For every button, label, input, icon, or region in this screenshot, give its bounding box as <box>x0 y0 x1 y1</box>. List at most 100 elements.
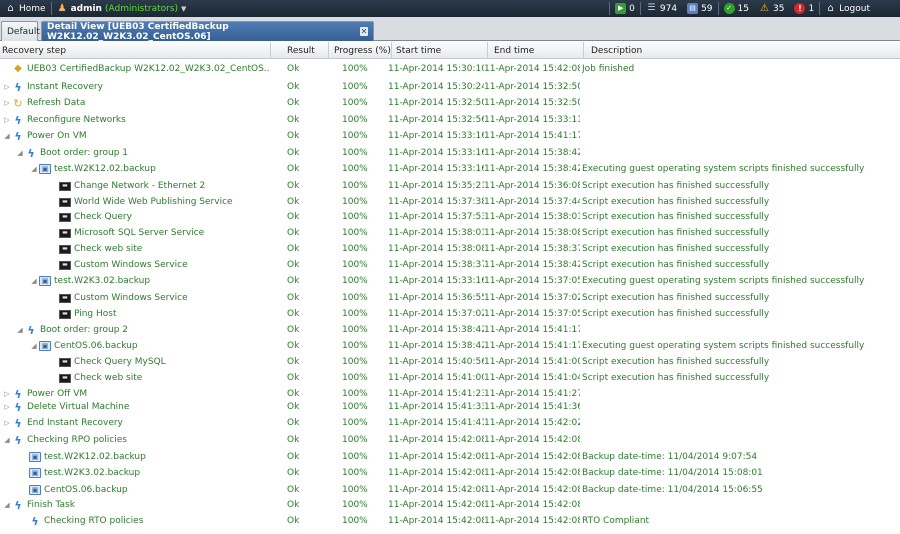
table-row[interactable]: ◢ ϟ Finish Task Ok 100% 11-Apr-2014 15:42:08 1… <box>0 497 900 513</box>
step-label: UEB03 CertifiedBackup W2K12.02_W2K3.02_C… <box>27 64 270 74</box>
bolt-icon: ϟ <box>14 80 22 94</box>
table-row[interactable]: ◢ ϟ Boot order: group 1 Ok 100% 11-Apr-2014 1… <box>0 145 900 161</box>
cell-end-time: 11-Apr-2014 15:37:05 <box>484 276 580 286</box>
table-row[interactable]: ◢ ▣ test.W2K12.02.backup Ok 100% 11-Apr-2014 … <box>0 161 900 177</box>
cell-start-time: 11-Apr-2014 15:33:16 <box>388 148 484 158</box>
cell-description: Script execution has finished successful… <box>582 228 770 238</box>
table-row[interactable]: ▬ Microsoft SQL Server Service Ok 100% 11-Ap… <box>0 225 900 241</box>
cell-result: Ok <box>287 82 300 92</box>
root-job-icon: ◆ <box>14 63 22 74</box>
table-row[interactable]: ◢ ▣ test.W2K3.02.backup Ok 100% 11-Apr-2014 1… <box>0 273 900 289</box>
cell-recovery-step: ϟ Checking RTO policies <box>0 513 270 529</box>
bolt-icon: ϟ <box>14 129 22 143</box>
chevron-down-icon: ▼ <box>181 4 187 13</box>
cell-start-time: 11-Apr-2014 15:37:02 <box>388 309 484 319</box>
table-row[interactable]: ▣ test.W2K12.02.backup Ok 100% 11-Apr-2014 1… <box>0 449 900 465</box>
collapse-arrow-icon[interactable]: ◢ <box>3 432 11 448</box>
expand-arrow-icon[interactable]: ▷ <box>3 95 11 111</box>
cell-recovery-step: ▬ Change Network - Ethernet 2 <box>0 178 270 194</box>
table-row[interactable]: ▷ ϟ Reconfigure Networks Ok 100% 11-Apr-2014 … <box>0 112 900 128</box>
cell-end-time: 11-Apr-2014 15:42:08 <box>484 64 580 74</box>
cell-start-time: 11-Apr-2014 15:42:08 <box>388 500 484 510</box>
jobs-indicator[interactable]: ☰ 974 <box>641 0 682 17</box>
tab-detail-view[interactable]: Detail View [UEB03 CertifiedBackup W2K12… <box>41 21 374 42</box>
cell-end-time: 11-Apr-2014 15:41:17 <box>484 325 580 335</box>
cell-description: Script execution has finished successful… <box>582 293 770 303</box>
column-header-recovery-step[interactable]: Recovery step <box>0 42 270 59</box>
home-link[interactable]: ⌂ Home <box>0 0 51 17</box>
step-label: test.W2K12.02.backup <box>44 452 146 462</box>
column-header-progress[interactable]: Progress (%) <box>328 42 391 59</box>
column-header-description[interactable]: Description <box>583 42 900 59</box>
table-row[interactable]: ▬ Change Network - Ethernet 2 Ok 100% 11-Apr… <box>0 178 900 194</box>
table-row[interactable]: ▷ ϟ End Instant Recovery Ok 100% 11-Apr-2014 … <box>0 415 900 431</box>
table-row[interactable]: ▬ Custom Windows Service Ok 100% 11-Apr-2014… <box>0 290 900 306</box>
cell-end-time: 11-Apr-2014 15:42:08 <box>484 435 580 445</box>
collapse-arrow-icon[interactable]: ◢ <box>16 145 24 161</box>
cell-result: Ok <box>287 452 300 462</box>
table-row[interactable]: ▣ test.W2K3.02.backup Ok 100% 11-Apr-2014 15… <box>0 465 900 481</box>
table-row[interactable]: ▬ World Wide Web Publishing Service Ok 100%… <box>0 194 900 210</box>
column-header-start-time[interactable]: Start time <box>391 42 487 59</box>
close-icon[interactable]: ✕ <box>359 27 368 36</box>
cell-progress: 100% <box>342 325 368 335</box>
cell-recovery-step: ▷ ϟ Delete Virtual Machine <box>0 399 270 415</box>
table-row[interactable]: ◢ ▣ CentOS.06.backup Ok 100% 11-Apr-2014 15:3… <box>0 338 900 354</box>
table-row[interactable]: ▬ Check web site Ok 100% 11-Apr-2014 15:41:0… <box>0 370 900 386</box>
cell-end-time: 11-Apr-2014 15:42:08 <box>484 452 580 462</box>
logout-button[interactable]: ⌂ Logout <box>820 0 900 17</box>
collapse-arrow-icon[interactable]: ◢ <box>30 338 38 354</box>
grid-header: Recovery step Result Progress (%) Start … <box>0 42 900 59</box>
cell-description <box>582 95 900 111</box>
tab-default[interactable]: Default <box>1 21 40 41</box>
expand-arrow-icon[interactable]: ▷ <box>3 399 11 415</box>
table-row[interactable]: ◆ UEB03 CertifiedBackup W2K12.02_W2K3.02_… <box>0 61 900 77</box>
backups-indicator[interactable]: ▤ 59 <box>682 0 717 17</box>
running-jobs-indicator[interactable]: ▶ 0 <box>610 0 640 17</box>
table-row[interactable]: ▬ Check Query Ok 100% 11-Apr-2014 15:37:53 11… <box>0 209 900 225</box>
table-row[interactable]: ▬ Check Query MySQL Ok 100% 11-Apr-2014 15:4… <box>0 354 900 370</box>
collapse-arrow-icon[interactable]: ◢ <box>30 273 38 289</box>
table-row[interactable]: ▬ Ping Host Ok 100% 11-Apr-2014 15:37:02 11-A… <box>0 306 900 322</box>
ok-status-indicator[interactable]: ✓ 15 <box>719 0 754 17</box>
bolt-icon: ϟ <box>31 514 39 528</box>
column-header-end-time[interactable]: End time <box>487 42 583 59</box>
collapse-arrow-icon[interactable]: ◢ <box>16 322 24 338</box>
table-row[interactable]: ▬ Check web site Ok 100% 11-Apr-2014 15:38:0… <box>0 241 900 257</box>
cell-start-time: 11-Apr-2014 15:38:01 <box>388 228 484 238</box>
expand-arrow-icon[interactable]: ▷ <box>3 112 11 128</box>
collapse-arrow-icon[interactable]: ◢ <box>3 128 11 144</box>
table-row[interactable]: ▷ ϟ Delete Virtual Machine Ok 100% 11-Apr-201… <box>0 399 900 415</box>
table-row[interactable]: ▬ Custom Windows Service Ok 100% 11-Apr-2014… <box>0 257 900 273</box>
step-label: CentOS.06.backup <box>44 485 128 495</box>
collapse-arrow-icon[interactable]: ◢ <box>30 161 38 177</box>
warning-status-indicator[interactable]: ⚠ 35 <box>754 0 789 17</box>
error-status-indicator[interactable]: ! 1 <box>789 0 819 17</box>
cell-start-time: 11-Apr-2014 15:42:08 <box>388 435 484 445</box>
user-menu[interactable]: ♟ admin (Administrators) ▼ <box>52 0 192 17</box>
expand-arrow-icon[interactable]: ▷ <box>3 79 11 95</box>
table-row[interactable]: ϟ Checking RTO policies Ok 100% 11-Apr-2014 … <box>0 513 900 529</box>
table-row[interactable]: ◢ ϟ Checking RPO policies Ok 100% 11-Apr-2014… <box>0 432 900 448</box>
table-row[interactable]: ◢ ϟ Power On VM Ok 100% 11-Apr-2014 15:33:16 1… <box>0 128 900 144</box>
cell-start-time: 11-Apr-2014 15:38:42 <box>388 341 484 351</box>
table-row[interactable]: ◢ ϟ Boot order: group 2 Ok 100% 11-Apr-2014 1… <box>0 322 900 338</box>
collapse-arrow-icon[interactable]: ◢ <box>3 497 11 513</box>
table-row[interactable]: ▷ ↻ Refresh Data Ok 100% 11-Apr-2014 15:32:50… <box>0 95 900 111</box>
cell-result: Ok <box>287 115 300 125</box>
table-row[interactable]: ▷ ϟ Instant Recovery Ok 100% 11-Apr-2014 15:3… <box>0 79 900 95</box>
cell-progress: 100% <box>342 309 368 319</box>
table-row[interactable]: ▣ CentOS.06.backup Ok 100% 11-Apr-2014 15:42… <box>0 482 900 498</box>
cell-start-time: 11-Apr-2014 15:32:56 <box>388 115 484 125</box>
expand-arrow-icon[interactable]: ▷ <box>3 415 11 431</box>
step-label: test.W2K12.02.backup <box>54 164 156 174</box>
cell-description: Backup date-time: 11/04/2014 9:07:54 <box>582 452 758 462</box>
logout-icon: ⌂ <box>827 2 834 14</box>
cell-description: Script execution has finished successful… <box>582 181 770 191</box>
cell-progress: 100% <box>342 485 368 495</box>
column-header-result[interactable]: Result <box>270 42 328 59</box>
